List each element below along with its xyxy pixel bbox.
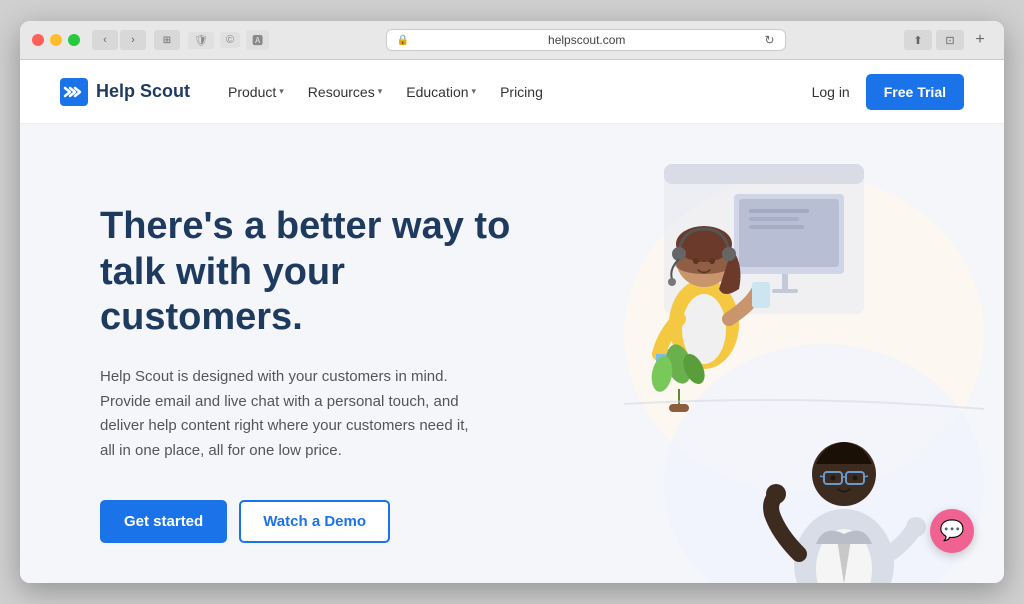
traffic-lights: [32, 34, 80, 46]
hero-section: There's a better way to talk with your c…: [20, 124, 1004, 583]
product-chevron-icon: ▾: [279, 86, 284, 97]
bookmark-button[interactable]: ⊡: [936, 30, 964, 50]
browser-window: ‹ › ⊞ 🛡 © 🅰 🔒 helpscout.com ↻ ⬆ ⊡ +: [20, 21, 1004, 583]
hero-title: There's a better way to talk with your c…: [100, 204, 520, 341]
navbar: Help Scout Product ▾ Resources ▾ Educati…: [20, 60, 1004, 124]
share-button[interactable]: ⬆: [904, 30, 932, 50]
logo-icon: [60, 78, 88, 106]
address-bar[interactable]: 🔒 helpscout.com ↻: [386, 29, 786, 51]
nav-actions: Log in Free Trial: [808, 74, 964, 110]
hero-svg: [504, 134, 1004, 583]
nav-education[interactable]: Education ▾: [396, 76, 486, 108]
maximize-button[interactable]: [68, 34, 80, 46]
close-button[interactable]: [32, 34, 44, 46]
education-chevron-icon: ▾: [472, 86, 477, 97]
hero-content: There's a better way to talk with your c…: [100, 184, 520, 543]
minimize-button[interactable]: [50, 34, 62, 46]
page-content: Help Scout Product ▾ Resources ▾ Educati…: [20, 60, 1004, 583]
refresh-button[interactable]: ↻: [764, 33, 774, 47]
window-control-button[interactable]: ⊞: [154, 30, 180, 50]
chat-widget-button[interactable]: 💬: [930, 509, 974, 553]
security-icon: 🔒: [397, 35, 409, 46]
chat-icon: 💬: [940, 518, 965, 543]
nav-resources[interactable]: Resources ▾: [298, 76, 392, 108]
hero-illustration: [504, 124, 1004, 583]
watch-demo-button[interactable]: Watch a Demo: [239, 500, 390, 543]
nav-product[interactable]: Product ▾: [218, 76, 294, 108]
nav-links: Product ▾ Resources ▾ Education ▾ Pricin…: [218, 76, 808, 108]
free-trial-button[interactable]: Free Trial: [866, 74, 964, 110]
browser-chrome: ‹ › ⊞ 🛡 © 🅰 🔒 helpscout.com ↻ ⬆ ⊡ +: [20, 21, 1004, 60]
nav-pricing[interactable]: Pricing: [490, 76, 553, 108]
get-started-button[interactable]: Get started: [100, 500, 227, 543]
new-tab-button[interactable]: +: [968, 30, 992, 50]
login-button[interactable]: Log in: [808, 76, 854, 108]
back-button[interactable]: ‹: [92, 30, 118, 50]
forward-button[interactable]: ›: [120, 30, 146, 50]
logo-text: Help Scout: [96, 81, 190, 102]
hero-buttons: Get started Watch a Demo: [100, 500, 520, 543]
url-text: helpscout.com: [415, 33, 758, 47]
hero-description: Help Scout is designed with your custome…: [100, 365, 480, 464]
resources-chevron-icon: ▾: [378, 86, 383, 97]
logo-link[interactable]: Help Scout: [60, 78, 190, 106]
